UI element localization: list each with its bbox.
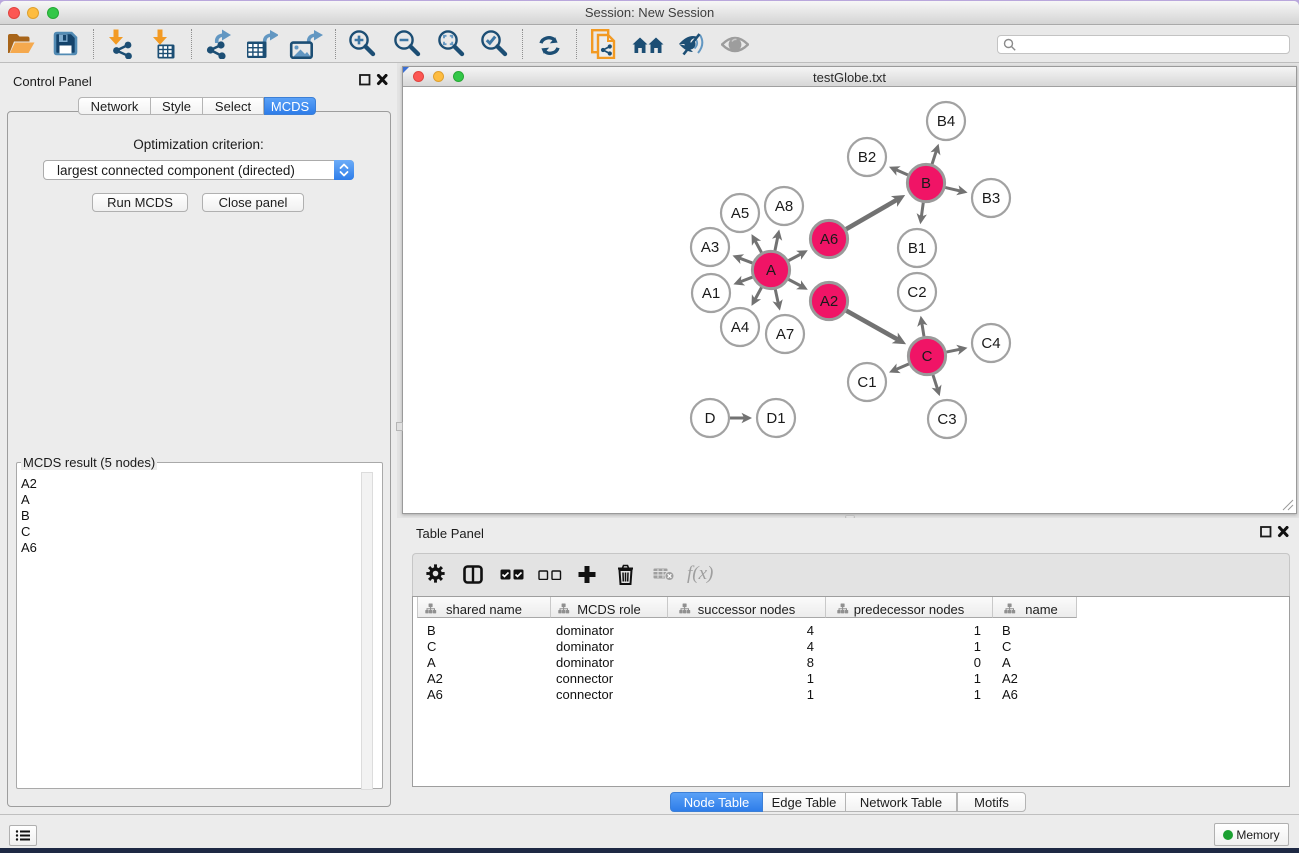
svg-text:A6: A6 <box>820 231 838 248</box>
svg-text:B2: B2 <box>858 149 876 166</box>
svg-text:C2: C2 <box>907 284 926 301</box>
svg-text:A4: A4 <box>731 319 749 336</box>
svg-text:C: C <box>922 348 933 365</box>
svg-text:A5: A5 <box>731 205 749 222</box>
svg-text:A7: A7 <box>776 326 794 343</box>
svg-text:A3: A3 <box>701 239 719 256</box>
svg-text:A: A <box>766 262 776 279</box>
svg-text:B3: B3 <box>982 190 1000 207</box>
svg-text:D: D <box>705 410 716 427</box>
svg-text:B1: B1 <box>908 240 926 257</box>
svg-text:B: B <box>921 175 931 192</box>
svg-text:B4: B4 <box>937 113 955 130</box>
svg-text:A1: A1 <box>702 285 720 302</box>
svg-text:C4: C4 <box>981 335 1000 352</box>
svg-text:A2: A2 <box>820 293 838 310</box>
svg-text:C3: C3 <box>937 411 956 428</box>
svg-text:A8: A8 <box>775 198 793 215</box>
svg-text:C1: C1 <box>857 374 876 391</box>
svg-text:D1: D1 <box>766 410 785 427</box>
